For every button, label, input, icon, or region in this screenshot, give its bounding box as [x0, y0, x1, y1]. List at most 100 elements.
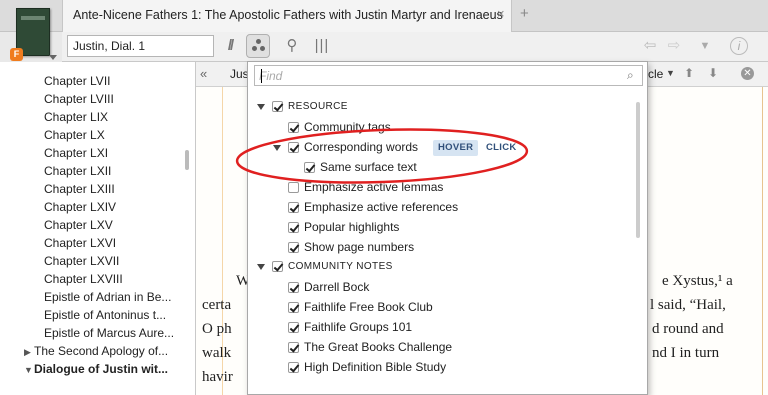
close-icon[interactable]: ✕ [741, 67, 754, 80]
option-community-tags[interactable]: Community tags [288, 119, 628, 139]
sidebar-scrollbar[interactable] [185, 150, 189, 170]
expand-arrow-icon[interactable]: ▶ [24, 347, 34, 358]
option-label: Corresponding words [304, 140, 419, 154]
checkbox[interactable] [288, 342, 299, 353]
chevron-down-icon[interactable]: ▼ [666, 68, 675, 78]
toc-item-second-apology[interactable]: ▶ The Second Apology of... [24, 344, 168, 362]
collapse-sidebar-icon[interactable]: « [200, 66, 207, 81]
toc-item[interactable]: Chapter LXVI [44, 236, 116, 254]
section-label: RESOURCE [288, 101, 348, 112]
text-fragment: certa [202, 297, 232, 313]
text-fragment: havir [202, 369, 233, 385]
toc-item[interactable]: Chapter LXV [44, 218, 113, 236]
option-faithlife-book-club[interactable]: Faithlife Free Book Club [288, 299, 628, 319]
option-label: Darrell Bock [304, 280, 370, 294]
option-label: High Definition Bible Study [304, 360, 447, 374]
section-resource[interactable]: RESOURCE [257, 98, 627, 118]
hover-mode-button[interactable]: HOVER [433, 140, 479, 156]
toc-item[interactable]: Chapter LIX [44, 110, 108, 128]
info-icon[interactable]: i [730, 37, 748, 55]
collapse-arrow-icon[interactable]: ▼ [24, 365, 34, 375]
new-tab-button[interactable]: + [520, 5, 529, 22]
text-fragment: nd I in turn [652, 345, 720, 361]
option-popular-highlights[interactable]: Popular highlights [288, 219, 628, 239]
tab-bar: Ante-Nicene Fathers 1: The Apostolic Fat… [0, 0, 768, 32]
tab-resource[interactable]: Ante-Nicene Fathers 1: The Apostolic Fat… [62, 0, 512, 32]
resource-toolbar: // ⚲ ||| ⇦ ⇨ ▼ i [62, 32, 768, 62]
tab-title: Ante-Nicene Fathers 1: The Apostolic Fat… [73, 8, 503, 22]
toc-item[interactable]: Epistle of Antoninus t... [44, 308, 166, 326]
toc-item[interactable]: Epistle of Adrian in Be... [44, 290, 171, 308]
chevron-down-icon[interactable] [273, 145, 281, 151]
option-hd-bible-study[interactable]: High Definition Bible Study [288, 359, 628, 379]
previous-result-icon[interactable]: ⬆ [684, 66, 694, 80]
search-icon[interactable]: ⌕ [627, 68, 634, 83]
checkbox[interactable] [288, 142, 299, 153]
pane-breadcrumb[interactable]: Jus [230, 67, 249, 81]
toc-item[interactable]: Chapter LVII [44, 74, 110, 92]
toc-item[interactable]: Chapter LXVII [44, 254, 119, 272]
search-icon[interactable]: ⚲ [283, 36, 301, 56]
toc-item[interactable]: Chapter LVIII [44, 92, 114, 110]
toc-item[interactable]: Epistle of Marcus Aure... [44, 326, 174, 344]
forward-arrow-icon[interactable]: ⇨ [666, 36, 682, 56]
text-fragment: walk [202, 345, 232, 361]
section-label: COMMUNITY NOTES [288, 261, 393, 272]
checkbox[interactable] [288, 322, 299, 333]
visual-filters-button[interactable] [246, 34, 270, 58]
option-same-surface-text[interactable]: Same surface text [304, 159, 624, 179]
text-display-icon[interactable]: ||| [312, 36, 332, 56]
text-cursor [261, 69, 262, 83]
toc-item[interactable]: Chapter LXIV [44, 200, 116, 218]
checkbox[interactable] [288, 122, 299, 133]
checkbox[interactable] [288, 202, 299, 213]
option-label: The Great Books Challenge [304, 340, 453, 354]
toc-item[interactable]: Chapter LXIII [44, 182, 115, 200]
checkbox[interactable] [288, 182, 299, 193]
resource-badge: F [10, 48, 23, 61]
option-corresponding-words[interactable]: Corresponding words HOVER CLICK [273, 139, 628, 159]
option-faithlife-groups[interactable]: Faithlife Groups 101 [288, 319, 628, 339]
community-notes-checkbox[interactable] [272, 261, 283, 272]
option-great-books[interactable]: The Great Books Challenge [288, 339, 628, 359]
option-emphasize-lemmas[interactable]: Emphasize active lemmas [288, 179, 628, 199]
checkbox[interactable] [304, 162, 315, 173]
checkbox[interactable] [288, 282, 299, 293]
chevron-down-icon[interactable] [257, 264, 265, 270]
checkbox[interactable] [288, 302, 299, 313]
find-field[interactable]: ⌕ [254, 65, 643, 86]
checkbox[interactable] [288, 222, 299, 233]
history-dropdown-icon[interactable]: ▼ [699, 36, 711, 56]
pane-filter-label[interactable]: cle [648, 67, 663, 81]
chevron-down-icon[interactable] [257, 104, 265, 110]
reference-input[interactable] [67, 35, 214, 57]
option-label: Emphasize active references [304, 200, 459, 214]
option-show-page-numbers[interactable]: Show page numbers [288, 239, 628, 259]
text-fragment: e Xystus,¹ a [662, 273, 733, 289]
option-label: Show page numbers [304, 240, 415, 254]
option-emphasize-references[interactable]: Emphasize active references [288, 199, 628, 219]
option-label: Emphasize active lemmas [304, 180, 444, 194]
tab-close-icon[interactable]: × [497, 6, 505, 21]
checkbox[interactable] [288, 242, 299, 253]
table-of-contents: Chapter LVII Chapter LVIII Chapter LIX C… [0, 62, 196, 395]
resource-checkbox[interactable] [272, 101, 283, 112]
click-mode-button[interactable]: CLICK [483, 140, 520, 156]
text-fragment: O ph [202, 321, 232, 337]
text-fragment: l said, “Hail, [650, 297, 726, 313]
toc-item[interactable]: Chapter LXI [44, 146, 108, 164]
toc-item[interactable]: Chapter LXVIII [44, 272, 123, 290]
toc-item[interactable]: Chapter LXII [44, 164, 111, 182]
toc-item-dialogue[interactable]: ▼Dialogue of Justin wit... [24, 362, 168, 380]
checkbox[interactable] [288, 362, 299, 373]
toc-item[interactable]: Chapter LX [44, 128, 105, 146]
find-input[interactable] [255, 66, 615, 85]
option-darrell-bock[interactable]: Darrell Bock [288, 279, 628, 299]
section-community-notes[interactable]: COMMUNITY NOTES [257, 258, 627, 278]
popup-scrollbar[interactable] [636, 102, 640, 238]
cover-menu-arrow-icon[interactable] [49, 55, 57, 60]
parallel-resources-icon[interactable]: // [222, 36, 238, 56]
back-arrow-icon[interactable]: ⇦ [642, 36, 658, 56]
next-result-icon[interactable]: ⬇ [708, 66, 718, 80]
option-label: Faithlife Groups 101 [304, 320, 413, 334]
